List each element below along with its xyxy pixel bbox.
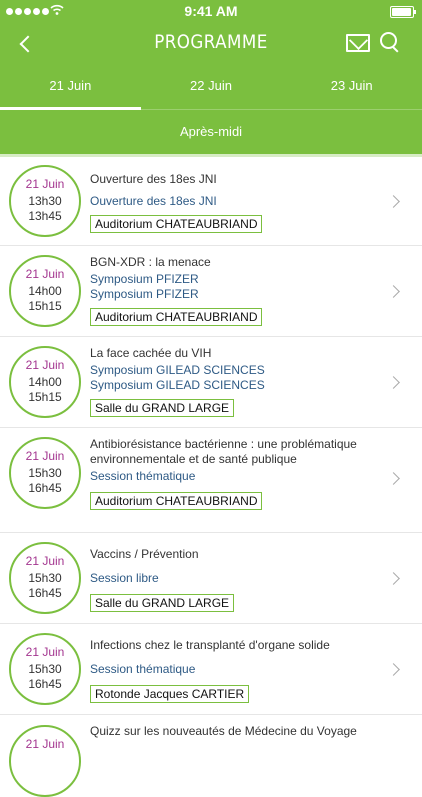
battery-icon bbox=[390, 6, 416, 18]
session-title: Infections chez le transplanté d'organe … bbox=[90, 638, 330, 652]
session-end: 16h45 bbox=[28, 586, 62, 600]
session-time-badge: 21 Juin 15h30 16h45 bbox=[9, 437, 81, 509]
session-time-badge: 21 Juin 15h30 16h45 bbox=[9, 542, 81, 614]
session-type-secondary: Symposium GILEAD SCIENCES bbox=[90, 378, 265, 392]
session-room: Auditorium CHATEAUBRIAND bbox=[90, 308, 263, 326]
session-row[interactable]: 21 Juin 15h30 16h45 Vaccins / Prévention… bbox=[0, 533, 422, 624]
session-row[interactable]: 21 Juin 14h00 15h15 La face cachée du VI… bbox=[0, 337, 422, 428]
session-start: 14h00 bbox=[28, 375, 62, 389]
mail-icon[interactable] bbox=[346, 34, 370, 52]
session-row[interactable]: 21 Juin 15h30 16h45 Antibiorésistance ba… bbox=[0, 428, 422, 533]
session-date: 21 Juin bbox=[25, 645, 65, 659]
session-start: 15h30 bbox=[28, 571, 62, 585]
nav-bar: PROGRAMME bbox=[0, 22, 422, 66]
session-date: 21 Juin bbox=[25, 358, 65, 372]
session-type: Ouverture des 18es JNI bbox=[90, 194, 217, 208]
session-title: Vaccins / Prévention bbox=[90, 547, 199, 561]
session-time-badge: 21 Juin 14h00 15h15 bbox=[9, 255, 81, 327]
session-title: La face cachée du VIH bbox=[90, 346, 212, 360]
chevron-right-icon bbox=[387, 472, 400, 485]
chevron-right-icon bbox=[387, 195, 400, 208]
session-room: Salle du GRAND LARGE bbox=[90, 594, 235, 612]
session-row[interactable]: 21 Juin 14h00 15h15 BGN-XDR : la menace … bbox=[0, 246, 422, 337]
session-row[interactable]: 21 Juin 15h30 16h45 Infections chez le t… bbox=[0, 624, 422, 715]
session-row[interactable]: 21 Juin Quizz sur les nouveautés de Méde… bbox=[0, 715, 422, 797]
tab-22-juin[interactable]: 22 Juin bbox=[140, 66, 282, 110]
session-type: Session libre bbox=[90, 571, 159, 585]
tab-23-juin[interactable]: 23 Juin bbox=[281, 66, 422, 110]
chevron-right-icon bbox=[387, 572, 400, 585]
session-date: 21 Juin bbox=[25, 449, 65, 463]
session-start: 15h30 bbox=[28, 662, 62, 676]
session-row[interactable]: 21 Juin 13h30 13h45 Ouverture des 18es J… bbox=[0, 157, 422, 246]
session-time-badge: 21 Juin 15h30 16h45 bbox=[9, 633, 81, 705]
session-title: Antibiorésistance bactérienne : une prob… bbox=[90, 437, 357, 466]
session-type: Symposium PFIZER bbox=[90, 272, 199, 286]
session-list: 21 Juin 13h30 13h45 Ouverture des 18es J… bbox=[0, 157, 422, 797]
session-date: 21 Juin bbox=[25, 737, 65, 751]
session-room: Rotonde Jacques CARTIER bbox=[90, 685, 250, 703]
session-title: Ouverture des 18es JNI bbox=[90, 172, 217, 186]
session-time-badge: 21 Juin 14h00 15h15 bbox=[9, 346, 81, 418]
session-room: Auditorium CHATEAUBRIAND bbox=[90, 492, 263, 510]
session-type: Session thématique bbox=[90, 469, 196, 483]
search-icon[interactable] bbox=[380, 32, 402, 54]
session-start: 15h30 bbox=[28, 466, 62, 480]
session-end: 15h15 bbox=[28, 299, 62, 313]
session-time-badge: 21 Juin bbox=[9, 725, 81, 797]
session-room: Salle du GRAND LARGE bbox=[90, 399, 235, 417]
session-type: Session thématique bbox=[90, 662, 196, 676]
session-time-badge: 21 Juin 13h30 13h45 bbox=[9, 165, 81, 237]
session-end: 16h45 bbox=[28, 481, 62, 495]
tab-21-juin[interactable]: 21 Juin bbox=[0, 66, 141, 110]
session-date: 21 Juin bbox=[25, 177, 65, 191]
session-title: Quizz sur les nouveautés de Médecine du … bbox=[90, 724, 357, 738]
session-room: Auditorium CHATEAUBRIAND bbox=[90, 215, 263, 233]
session-type-secondary: Symposium PFIZER bbox=[90, 287, 199, 301]
day-tabs: 21 Juin 22 Juin 23 Juin bbox=[0, 66, 422, 110]
status-bar: 9:41 AM bbox=[0, 0, 422, 22]
session-date: 21 Juin bbox=[25, 267, 65, 281]
session-end: 13h45 bbox=[28, 209, 62, 223]
chevron-right-icon bbox=[387, 376, 400, 389]
session-title: BGN-XDR : la menace bbox=[90, 255, 211, 269]
page-title: PROGRAMME bbox=[154, 31, 268, 53]
session-end: 16h45 bbox=[28, 677, 62, 691]
session-date: 21 Juin bbox=[25, 554, 65, 568]
session-type: Symposium GILEAD SCIENCES bbox=[90, 363, 265, 377]
top-bar: 9:41 AM PROGRAMME bbox=[0, 0, 422, 66]
status-time: 9:41 AM bbox=[184, 3, 238, 19]
period-header: Après-midi bbox=[0, 110, 422, 154]
chevron-right-icon bbox=[387, 285, 400, 298]
session-start: 13h30 bbox=[28, 194, 62, 208]
session-end: 15h15 bbox=[28, 390, 62, 404]
session-start: 14h00 bbox=[28, 284, 62, 298]
chevron-right-icon bbox=[387, 663, 400, 676]
